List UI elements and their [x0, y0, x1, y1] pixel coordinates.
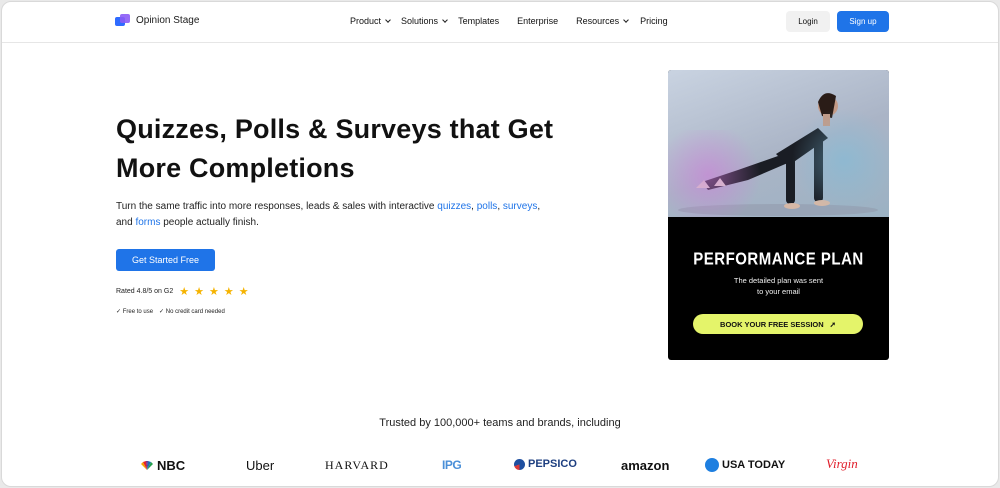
- card-subtitle: The detailed plan was sent to your email: [733, 276, 824, 296]
- rating-text: Rated 4.8/5 on G2: [116, 288, 174, 295]
- logo-text: Opinion Stage: [136, 15, 200, 26]
- brand-uber: Uber: [246, 458, 275, 473]
- card-title: PERFORMANCE PLAN: [693, 249, 864, 270]
- brand-pepsico: PEPSICO: [514, 458, 577, 470]
- nbc-peacock-icon: [141, 460, 153, 470]
- star-icon: ★: [238, 286, 249, 298]
- chevron-down-icon: [385, 17, 391, 23]
- nav-solutions[interactable]: Solutions: [401, 16, 448, 26]
- logo[interactable]: Opinion Stage: [115, 14, 199, 27]
- trusted-by-text: Trusted by 100,000+ teams and brands, in…: [379, 417, 621, 429]
- nav-enterprise[interactable]: Enterprise: [517, 16, 558, 26]
- brand-usatoday: USA TODAY: [705, 458, 785, 472]
- hero-title: Quizzes, Polls & Surveys that Get More C…: [116, 114, 554, 183]
- nav-resources[interactable]: Resources: [576, 16, 629, 26]
- brand-ipg: IPG: [442, 458, 462, 472]
- brand-logos: NBC Uber HARVARD IPG PEPSICO amazon USA …: [2, 456, 998, 478]
- brand-harvard: HARVARD: [325, 458, 389, 472]
- g2-rating: Rated 4.8/5 on G2 ★ ★ ★ ★ ★: [116, 285, 249, 298]
- rating-stars: ★ ★ ★ ★ ★: [179, 285, 248, 298]
- book-session-button[interactable]: BOOK YOUR FREE SESSION ➚: [693, 314, 863, 334]
- fitness-photo: [668, 70, 889, 217]
- hero-description: Turn the same traffic into more response…: [116, 201, 541, 228]
- star-icon: ★: [194, 286, 204, 298]
- signup-button[interactable]: Sign up: [837, 11, 889, 32]
- browser-frame: Opinion Stage Product Solutions Template…: [1, 1, 999, 487]
- nav-templates[interactable]: Templates: [458, 16, 499, 26]
- link-polls[interactable]: polls: [477, 201, 498, 212]
- quiz-preview-card: PERFORMANCE PLAN The detailed plan was s…: [668, 70, 889, 360]
- chevron-down-icon: [623, 17, 629, 23]
- link-forms[interactable]: forms: [135, 217, 160, 228]
- feature-checks: ✓ Free to use ✓ No credit card needed: [116, 308, 225, 315]
- login-button[interactable]: Login: [786, 11, 830, 32]
- star-icon: ★: [208, 286, 219, 298]
- opinion-stage-logo-icon: [115, 14, 130, 27]
- main-nav: Product Solutions Templates Enterprise R…: [350, 16, 668, 26]
- top-header: Opinion Stage Product Solutions Template…: [2, 2, 998, 43]
- star-icon: ★: [179, 286, 190, 298]
- nav-pricing[interactable]: Pricing: [640, 16, 668, 26]
- brand-virgin: Virgin: [826, 456, 858, 471]
- check-free-to-use: ✓ Free to use: [116, 309, 154, 315]
- brand-nbc: NBC: [140, 458, 185, 473]
- usatoday-circle-icon: [705, 458, 719, 472]
- link-surveys[interactable]: surveys: [503, 201, 537, 212]
- nav-product[interactable]: Product: [350, 16, 391, 26]
- pepsico-globe-icon: [514, 458, 525, 470]
- get-started-button[interactable]: Get Started Free: [116, 249, 215, 271]
- check-no-credit-card: ✓ No credit card needed: [159, 309, 225, 315]
- chevron-down-icon: [442, 17, 448, 23]
- star-icon: ★: [223, 286, 234, 298]
- brand-amazon: amazon: [621, 458, 670, 473]
- link-quizzes[interactable]: quizzes: [437, 201, 471, 212]
- pointer-arrow-icon: ➚: [829, 319, 836, 329]
